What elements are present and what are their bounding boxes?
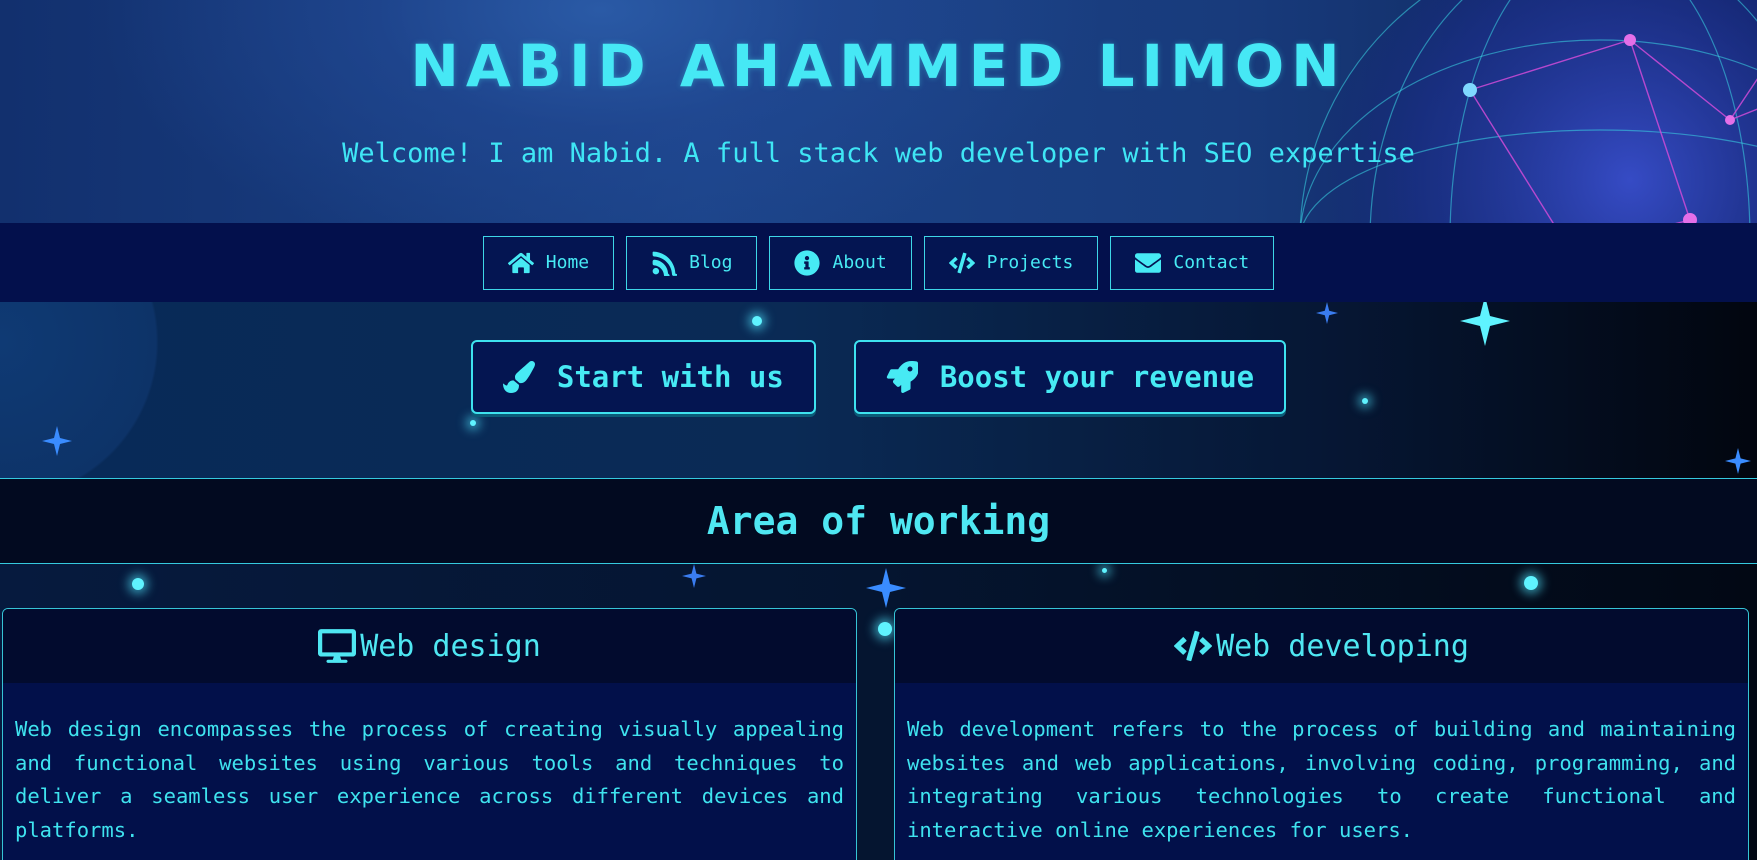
card-description: Web design encompasses the process of cr… (15, 717, 844, 842)
cta-row: Start with us Boost your revenue (0, 340, 1757, 414)
nav-item-home[interactable]: Home (482, 235, 615, 290)
code-icon (1174, 630, 1213, 662)
glow-star-decoration (470, 420, 476, 426)
site-title: NABID AHAMMED LIMON (410, 32, 1347, 100)
card-header: Web developing (895, 609, 1748, 683)
card-description: Web development refers to the process of… (907, 717, 1736, 842)
glow-star-decoration (752, 316, 762, 326)
nav-label-blog: Blog (689, 252, 733, 273)
nav-label-projects: Projects (986, 252, 1074, 273)
nav-item-about[interactable]: About (769, 235, 912, 290)
code-icon (948, 252, 975, 273)
start-with-us-label: Start with us (556, 360, 784, 394)
rocket-icon (886, 361, 918, 393)
card-web-developing: Web developing Web development refers to… (894, 608, 1749, 860)
info-icon (794, 249, 821, 276)
site-header: NABID AHAMMED LIMON Welcome! I am Nabid.… (0, 0, 1757, 223)
nav-item-blog[interactable]: Blog (626, 235, 758, 290)
card-web-design: Web design Web design encompasses the pr… (2, 608, 857, 860)
glow-star-decoration (132, 578, 144, 590)
boost-revenue-label: Boost your revenue (939, 360, 1255, 394)
card-title: Web developing (1216, 628, 1469, 664)
glow-star-decoration (878, 622, 892, 636)
nav-label-about: About (832, 252, 887, 273)
rss-icon (652, 251, 678, 276)
section-title: Area of working (706, 499, 1051, 543)
section-header: Area of working (0, 478, 1757, 564)
nav-item-projects[interactable]: Projects (923, 235, 1099, 290)
boost-revenue-button[interactable]: Boost your revenue (853, 340, 1287, 414)
glow-star-decoration (1102, 568, 1107, 573)
hero-band: Start with us Boost your revenue (0, 302, 1757, 478)
sparkle-decoration (1316, 302, 1338, 324)
cards-area: Web design Web design encompasses the pr… (0, 564, 1757, 860)
sparkle-decoration (42, 426, 72, 456)
start-with-us-button[interactable]: Start with us (470, 340, 816, 414)
card-title: Web design (360, 628, 541, 664)
sparkle-decoration (866, 568, 906, 608)
paintbrush-icon (502, 361, 535, 393)
envelope-icon (1135, 252, 1162, 273)
nav-label-contact: Contact (1173, 252, 1250, 273)
card-header: Web design (3, 609, 856, 683)
site-tagline: Welcome! I am Nabid. A full stack web de… (342, 138, 1415, 169)
nav-label-home: Home (545, 252, 590, 273)
desktop-icon (318, 629, 357, 663)
glow-star-decoration (1524, 576, 1538, 590)
sparkle-decoration (682, 564, 706, 588)
nav-item-contact[interactable]: Contact (1110, 235, 1275, 290)
sparkle-decoration (1725, 448, 1751, 474)
home-icon (507, 252, 534, 273)
main-nav: Home Blog About Projects Contact (0, 223, 1757, 302)
